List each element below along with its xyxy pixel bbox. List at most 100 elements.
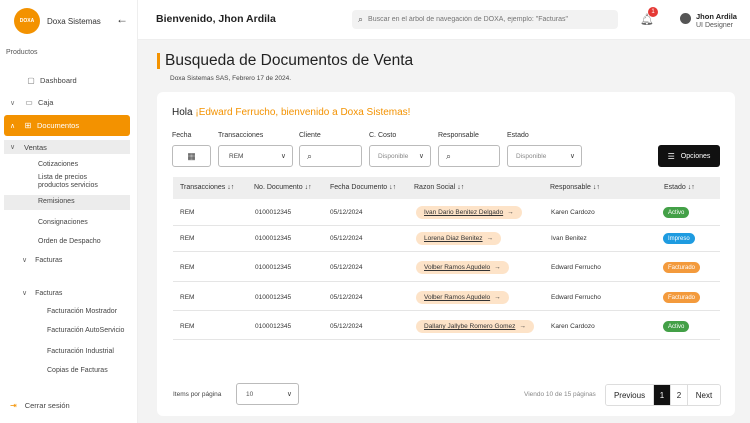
- sidebar-item-facturacion-industrial[interactable]: Facturación Industrial: [47, 348, 114, 356]
- table-row[interactable]: REM 0100012345 05/12/2024 Volber Ramos Agud…: [173, 254, 720, 282]
- chevron-down-icon: ∨: [10, 99, 16, 107]
- sort-icon: ↓↑: [304, 184, 312, 191]
- top-header: Bienvenido, Jhon Ardila ⌕ 🔔︎ 1 Jhon Ardi…: [138, 0, 750, 40]
- doxa-logo: DOXA: [14, 8, 40, 34]
- sidebar-section-label: Productos: [6, 49, 38, 56]
- cell-no-documento: 0100012345: [255, 323, 292, 330]
- razon-social-link[interactable]: Volber Ramos Agudelo →: [416, 261, 509, 274]
- table-row[interactable]: REM 0100012345 05/12/2024 Volber Ramos Agud…: [173, 285, 720, 311]
- search-icon: ⌕: [307, 150, 313, 161]
- sidebar-item-caja[interactable]: ∨ ▭ Caja: [0, 98, 138, 107]
- razon-social-link[interactable]: Lorena Diaz Benitez →: [416, 232, 502, 245]
- col-header-responsable[interactable]: Responsable ↓↑: [550, 184, 600, 191]
- search-icon: ⌕: [446, 150, 452, 161]
- sidebar: DOXA Doxa Sistemas ← Productos ▢ Dashboa…: [0, 0, 138, 423]
- brand[interactable]: DOXA Doxa Sistemas: [14, 8, 101, 34]
- search-input[interactable]: [368, 16, 609, 23]
- sort-icon: ↓↑: [389, 184, 397, 191]
- sidebar-item-lista-precios[interactable]: Lista de precios productos servicios: [38, 174, 118, 190]
- sort-icon: ↓↑: [687, 184, 695, 191]
- arrow-right-icon: →: [494, 294, 501, 301]
- col-header-estado[interactable]: Estado ↓↑: [664, 184, 695, 191]
- transacciones-label: Transacciones: [218, 132, 264, 139]
- col-header-razon-social[interactable]: Razon Social ↓↑: [414, 184, 464, 191]
- user-role: UI Designer: [696, 22, 733, 29]
- table-row[interactable]: REM 0100012345 05/12/2024 Dallany Jallybe R…: [173, 314, 720, 340]
- title-accent-bar: [157, 53, 160, 69]
- cell-responsable: Edward Ferrucho: [551, 264, 601, 271]
- calendar-icon: ▦: [187, 150, 196, 161]
- cell-no-documento: 0100012345: [255, 235, 292, 242]
- user-name: Jhon Ardila: [696, 12, 737, 21]
- sidebar-item-facturacion-mostrador[interactable]: Facturación Mostrador: [47, 308, 117, 316]
- dashboard-icon: ▢: [27, 76, 35, 85]
- cliente-label: Cliente: [299, 132, 321, 139]
- sidebar-item-copias-facturas[interactable]: Copias de Facturas: [47, 367, 108, 375]
- sidebar-item-dashboard[interactable]: ▢ Dashboard: [0, 76, 138, 85]
- transacciones-select[interactable]: REM ∨: [218, 145, 293, 167]
- sidebar-item-consignaciones[interactable]: Consignaciones: [38, 219, 88, 227]
- status-badge: Activo: [663, 321, 690, 332]
- sidebar-item-facturacion-autoservicio[interactable]: Facturación AutoServicio: [47, 327, 124, 335]
- notification-badge: 1: [648, 7, 658, 17]
- estado-label: Estado: [507, 132, 529, 139]
- cell-no-documento: 0100012345: [255, 294, 292, 301]
- arrow-right-icon: →: [519, 323, 526, 330]
- razon-social-link[interactable]: Volber Ramos Agudelo →: [416, 291, 509, 304]
- razon-social-link[interactable]: Ivan Dario Benitez Delgado →: [416, 206, 522, 219]
- fecha-label: Fecha: [172, 132, 192, 139]
- pagination-page-1[interactable]: 1: [654, 385, 671, 405]
- page-title: Busqueda de Documentos de Venta: [165, 52, 414, 69]
- cell-fecha-documento: 05/12/2024: [330, 209, 363, 216]
- cliente-search-field[interactable]: ⌕: [299, 145, 362, 167]
- status-badge: Facturado: [663, 262, 701, 273]
- sidebar-item-documentos[interactable]: ∧ ⊞ Documentos: [4, 115, 130, 136]
- cell-transaccion: REM: [180, 323, 195, 330]
- page-subtitle: Doxa Sistemas SAS, Febrero 17 de 2024.: [170, 75, 292, 82]
- table-row[interactable]: REM 0100012345 05/12/2024 Lorena Diaz Benit…: [173, 226, 720, 252]
- cell-transaccion: REM: [180, 294, 195, 301]
- pagination-info: Viendo 10 de 15 páginas: [524, 391, 596, 398]
- search-card: Hola ¡Edward Ferrucho, bienvenido a Doxa…: [157, 92, 735, 416]
- col-header-no-documento[interactable]: No. Documento ↓↑: [254, 184, 312, 191]
- brand-name: Doxa Sistemas: [47, 16, 101, 26]
- pagination-next[interactable]: Next: [688, 385, 720, 405]
- col-header-transacciones[interactable]: Transacciones ↓↑: [180, 184, 234, 191]
- cell-transaccion: REM: [180, 209, 195, 216]
- sidebar-item-remisiones[interactable]: Remisiones: [4, 195, 130, 210]
- table-row[interactable]: REM 0100012345 05/12/2024 Ivan Dario Benite…: [173, 200, 720, 226]
- status-badge: Impreso: [663, 233, 695, 244]
- sort-icon: ↓↑: [592, 184, 600, 191]
- cell-responsable: Karen Cardozo: [551, 323, 595, 330]
- items-per-page-select[interactable]: 10 ∨: [236, 383, 299, 405]
- options-button[interactable]: ☰ Opciones: [658, 145, 720, 167]
- responsable-search-field[interactable]: ⌕: [438, 145, 500, 167]
- chevron-down-icon: ∨: [280, 153, 286, 160]
- cell-transaccion: REM: [180, 235, 195, 242]
- sidebar-item-facturas-1[interactable]: ∨ Facturas: [22, 256, 62, 265]
- chevron-up-icon: ∧: [10, 122, 16, 130]
- chevron-down-icon: ∨: [418, 153, 424, 160]
- fecha-date-picker[interactable]: ▦: [172, 145, 211, 167]
- logout-icon: ⇥: [10, 401, 17, 410]
- search-bar[interactable]: ⌕: [352, 10, 618, 29]
- razon-social-link[interactable]: Dallany Jallybe Romero Gomez →: [416, 320, 534, 333]
- welcome-message: Bienvenido, Jhon Ardila: [156, 13, 276, 25]
- ccosto-select[interactable]: Disponible ∨: [369, 145, 431, 167]
- cell-no-documento: 0100012345: [255, 264, 292, 271]
- sidebar-item-ventas[interactable]: ∨ Ventas: [4, 140, 130, 154]
- search-icon: ⌕: [358, 14, 364, 24]
- collapse-sidebar-arrow-icon[interactable]: ←: [116, 13, 128, 25]
- sidebar-item-facturas-2[interactable]: ∨ Facturas: [22, 289, 62, 298]
- chevron-down-icon: ∨: [569, 153, 575, 160]
- col-header-fecha-documento[interactable]: Fecha Documento ↓↑: [330, 184, 396, 191]
- ccosto-label: C. Costo: [369, 132, 397, 139]
- cell-fecha-documento: 05/12/2024: [330, 264, 363, 271]
- estado-select[interactable]: Disponible ∨: [507, 145, 582, 167]
- avatar[interactable]: [680, 13, 691, 24]
- logout-button[interactable]: ⇥ Cerrar sesión: [10, 401, 70, 410]
- sidebar-item-orden-despacho[interactable]: Orden de Despacho: [38, 238, 101, 246]
- pagination-previous[interactable]: Previous: [606, 385, 654, 405]
- pagination-page-2[interactable]: 2: [671, 385, 688, 405]
- sidebar-item-cotizaciones[interactable]: Cotizaciones: [38, 161, 78, 169]
